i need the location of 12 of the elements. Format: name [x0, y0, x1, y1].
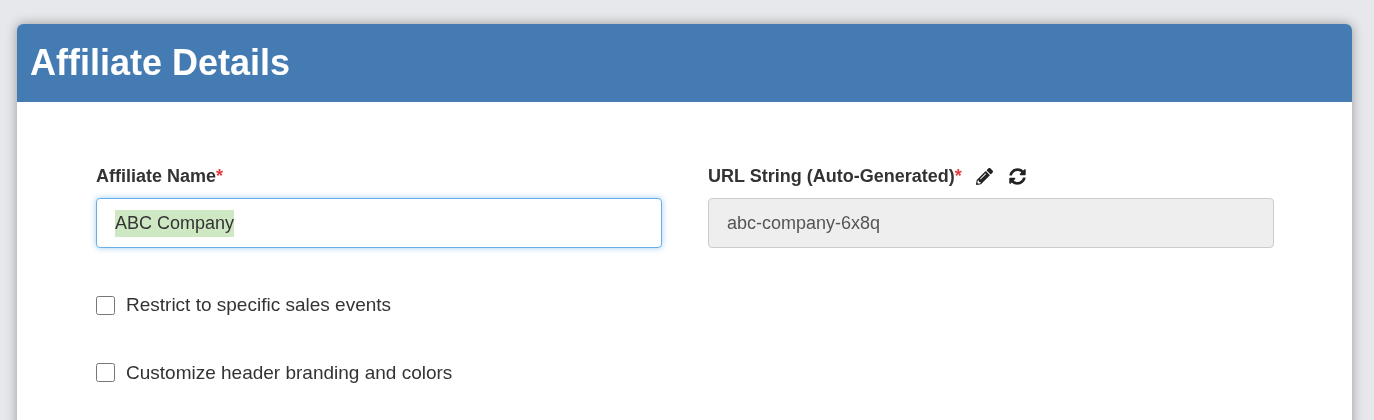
refresh-button[interactable]	[1006, 165, 1028, 187]
pencil-icon	[975, 167, 993, 185]
field-label: Affiliate Name*	[96, 164, 224, 188]
input-field[interactable]: ABC Company	[96, 198, 662, 248]
checkbox-label: Restrict to specific sales events	[126, 293, 392, 317]
checkbox[interactable]	[96, 295, 115, 315]
panel-title: Affiliate Details	[30, 41, 291, 85]
field-label: URL String (Auto-Generated)*	[708, 164, 962, 188]
refresh-icon	[1008, 167, 1026, 185]
checkbox-label: Customize header branding and colors	[126, 360, 453, 385]
checkbox[interactable]	[96, 363, 115, 383]
edit-button[interactable]	[973, 165, 995, 187]
